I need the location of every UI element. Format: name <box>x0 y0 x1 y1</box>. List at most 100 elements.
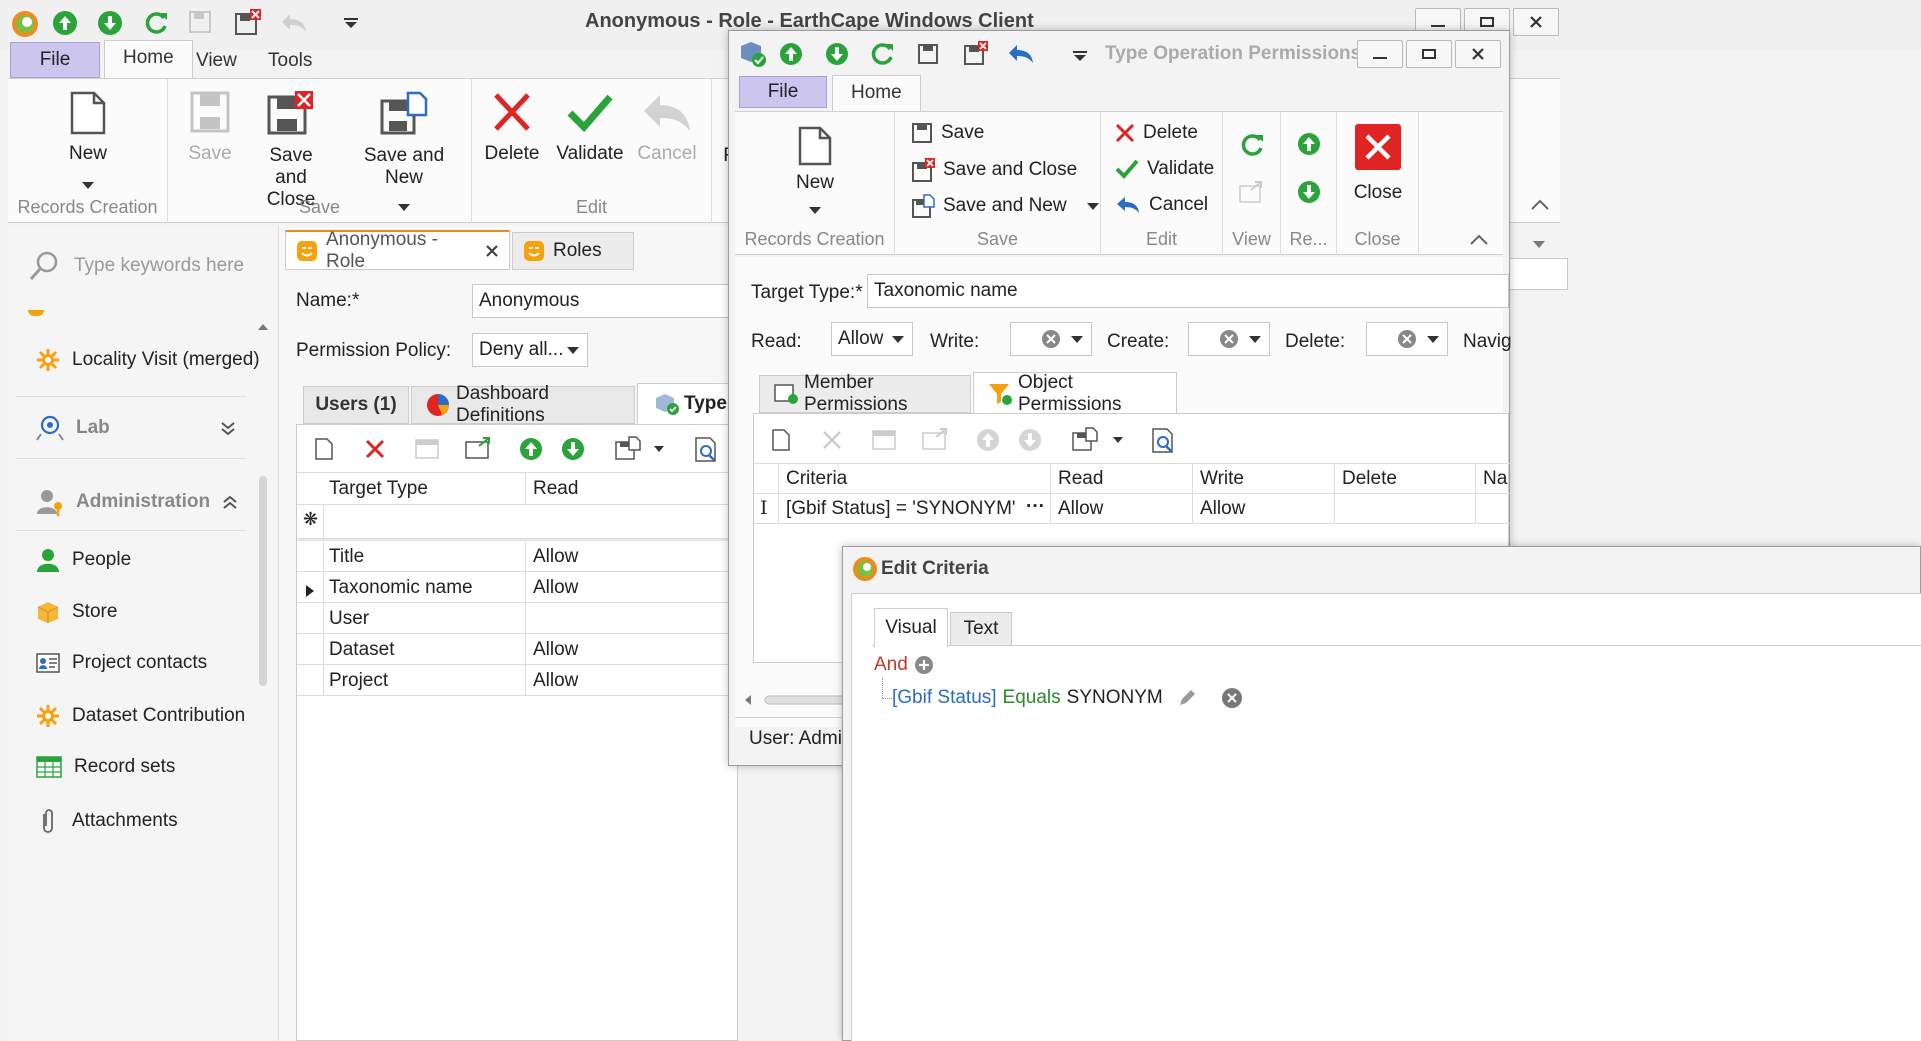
target-type-field[interactable]: Taxonomic name <box>867 274 1509 308</box>
table-row[interactable]: I [Gbif Status] = 'SYNONYM' ··· Allow Al… <box>754 494 1510 524</box>
sidebar-scrollbar[interactable] <box>256 316 270 1016</box>
save-new-icon[interactable] <box>1072 427 1098 451</box>
permission-policy-select[interactable]: Deny all... <box>472 333 588 367</box>
remove-condition-icon[interactable] <box>1221 687 1243 709</box>
write-cell[interactable]: Allow <box>1200 498 1245 520</box>
column-header-navigate[interactable]: Na <box>1483 468 1507 490</box>
close-window-button[interactable]: Close <box>1343 124 1413 204</box>
arrow-up-icon[interactable] <box>519 437 543 461</box>
save-and-close-button[interactable]: Save and Close <box>248 91 334 211</box>
new-button[interactable]: New <box>48 91 128 195</box>
save-icon[interactable] <box>917 43 939 65</box>
nav-item-attachments[interactable]: Attachments <box>36 808 178 834</box>
arrow-down-icon-disabled[interactable] <box>1018 428 1042 452</box>
group-operator-and[interactable]: And <box>874 654 908 676</box>
link-icon[interactable] <box>465 436 493 460</box>
undo-icon-disabled[interactable] <box>280 10 308 34</box>
target-type-cell[interactable]: User <box>329 608 369 630</box>
unlink-icon-disabled[interactable] <box>872 430 896 450</box>
unlink-icon-disabled[interactable] <box>415 439 439 459</box>
tab-member-permissions[interactable]: Member Permissions <box>759 372 971 415</box>
nav-item-store[interactable]: Store <box>36 600 117 624</box>
save-and-new-button[interactable]: Save and New <box>911 194 1099 218</box>
arrow-down-icon[interactable] <box>825 42 849 66</box>
arrow-down-icon[interactable] <box>561 437 585 461</box>
chevron-double-down-icon[interactable] <box>220 420 236 436</box>
clear-circle-icon[interactable] <box>1397 329 1417 349</box>
arrow-up-icon[interactable] <box>1297 132 1321 156</box>
new-document-icon[interactable] <box>772 429 790 451</box>
cancel-button[interactable]: Cancel <box>1115 194 1208 216</box>
nav-item-record-sets[interactable]: Record sets <box>36 756 175 778</box>
save-button[interactable]: Save <box>180 91 240 165</box>
delete-select[interactable] <box>1366 322 1448 356</box>
close-button[interactable] <box>1513 8 1559 36</box>
export-icon-disabled[interactable] <box>1239 180 1265 204</box>
nav-item-project-contacts[interactable]: Project contacts <box>36 652 207 674</box>
scrollbar-thumb[interactable] <box>259 476 267 686</box>
tab-file[interactable]: File <box>10 42 100 78</box>
save-new-icon[interactable] <box>615 436 641 460</box>
table-row[interactable]: Project Allow <box>297 665 739 696</box>
toolbar-dropdown-icon[interactable] <box>1112 436 1124 444</box>
save-button[interactable]: Save <box>911 122 984 144</box>
new-document-icon[interactable] <box>315 438 333 460</box>
condition-field[interactable]: [Gbif Status] <box>892 687 997 709</box>
arrow-up-icon-disabled[interactable] <box>976 428 1000 452</box>
condition-operator[interactable]: Equals <box>1003 687 1061 709</box>
nav-group-lab[interactable]: Lab <box>36 414 236 442</box>
link-icon-disabled[interactable] <box>922 427 950 451</box>
table-row[interactable]: User <box>297 603 739 634</box>
tab-home[interactable]: Home <box>832 75 921 113</box>
delete-x-icon[interactable] <box>365 439 385 459</box>
maximize-button[interactable] <box>1406 40 1452 68</box>
clear-circle-icon[interactable] <box>1219 329 1239 349</box>
read-cell[interactable]: Allow <box>533 546 578 568</box>
close-tab-icon[interactable] <box>485 244 499 258</box>
tab-type[interactable]: Type <box>637 383 738 424</box>
arrow-down-icon[interactable] <box>97 10 123 36</box>
add-condition-icon[interactable] <box>914 655 934 675</box>
column-header-read[interactable]: Read <box>533 478 578 500</box>
table-row[interactable]: Title Allow <box>297 541 739 572</box>
validate-button[interactable]: Validate <box>1115 158 1214 180</box>
tab-view[interactable]: View <box>178 44 255 78</box>
validate-button[interactable]: Validate <box>554 91 626 165</box>
doc-tab-roles[interactable]: Roles <box>512 232 634 270</box>
column-header-read[interactable]: Read <box>1058 468 1103 490</box>
delete-button[interactable]: Delete <box>480 91 544 165</box>
table-row[interactable]: Taxonomic name Allow <box>297 572 739 603</box>
column-header-criteria[interactable]: Criteria <box>786 468 847 490</box>
refresh-icon[interactable] <box>1239 132 1265 158</box>
save-and-close-button[interactable]: Save and Close <box>911 158 1077 182</box>
refresh-icon[interactable] <box>869 41 895 67</box>
save-close-icon[interactable] <box>234 8 262 36</box>
collapse-ribbon-icon[interactable] <box>1530 197 1550 211</box>
criteria-cell[interactable]: [Gbif Status] = 'SYNONYM' <box>786 498 1016 520</box>
refresh-icon[interactable] <box>142 9 170 37</box>
delete-button[interactable]: Delete <box>1115 122 1198 144</box>
nav-group-administration[interactable]: Administration <box>36 488 237 516</box>
condition-value[interactable]: SYNONYM <box>1067 687 1163 709</box>
read-select[interactable]: Allow <box>831 322 913 356</box>
new-button[interactable]: New <box>775 126 855 220</box>
read-cell[interactable]: Allow <box>533 639 578 661</box>
tab-tools[interactable]: Tools <box>250 44 330 78</box>
read-cell[interactable]: Allow <box>533 670 578 692</box>
criteria-edit-ellipsis-button[interactable]: ··· <box>1026 496 1045 518</box>
arrow-up-icon[interactable] <box>779 42 803 66</box>
delete-x-icon-disabled[interactable] <box>822 430 842 450</box>
close-button[interactable] <box>1455 40 1501 68</box>
new-row[interactable]: ❋ <box>297 505 739 539</box>
undo-arrow-icon[interactable] <box>1007 43 1035 65</box>
save-close-icon[interactable] <box>963 40 989 66</box>
arrow-down-icon[interactable] <box>1297 180 1321 204</box>
save-icon-disabled[interactable] <box>188 10 212 34</box>
arrow-up-icon[interactable] <box>52 10 78 36</box>
name-field[interactable]: Anonymous <box>472 284 738 318</box>
tab-visual[interactable]: Visual <box>874 608 948 647</box>
tab-file[interactable]: File <box>739 76 827 108</box>
nav-item-locality-visit[interactable]: Locality Visit (merged) <box>36 348 260 372</box>
qat-dropdown-icon[interactable] <box>344 18 358 28</box>
read-cell[interactable]: Allow <box>533 577 578 599</box>
